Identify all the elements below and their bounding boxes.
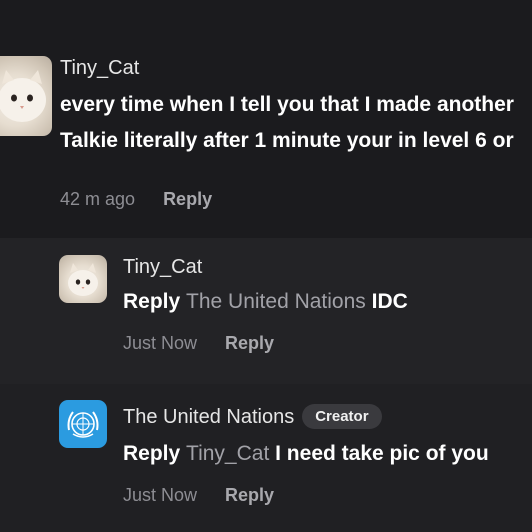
comment-author[interactable]: Tiny_Cat [60,57,139,80]
reply-text: Reply The United Nations IDC [123,286,408,318]
timestamp: Just Now [123,333,198,353]
reply-button[interactable]: Reply [225,333,274,353]
reply-author-name[interactable]: The United Nations [123,406,294,428]
cat-avatar-icon[interactable] [0,56,52,136]
reply-author: The United Nations Creator [123,404,382,429]
reply-author[interactable]: Tiny_Cat [123,256,202,279]
comment-text-line-1: every time when I tell you that I made a… [60,93,514,116]
reply-meta: Just Now Reply [123,333,274,354]
cat-avatar-icon[interactable] [59,255,107,303]
mention-link[interactable]: Tiny_Cat [186,442,269,465]
timestamp: 42 m ago [60,189,136,209]
un-emblem-avatar-icon[interactable] [59,400,107,448]
comment-meta: 42 m ago Reply [60,189,212,210]
reply-item: The United Nations Creator Reply Tiny_Cat… [0,384,532,532]
creator-badge: Creator [302,404,382,429]
reply-button[interactable]: Reply [225,485,274,505]
comment-item: Tiny_Cat every time when I tell you that… [0,0,532,238]
mention-link[interactable]: The United Nations [186,290,366,313]
comment-text-line-2: Talkie literally after 1 minute your in … [60,129,514,152]
reply-message: I need take pic of you [275,442,489,465]
reply-prefix: Reply [123,442,181,465]
reply-text: Reply Tiny_Cat I need take pic of you [123,438,489,470]
timestamp: Just Now [123,485,198,505]
reply-message: IDC [371,290,408,313]
reply-meta: Just Now Reply [123,485,274,506]
reply-button[interactable]: Reply [163,189,212,209]
reply-item: Tiny_Cat Reply The United Nations IDC Ju… [0,238,532,384]
reply-prefix: Reply [123,290,181,313]
